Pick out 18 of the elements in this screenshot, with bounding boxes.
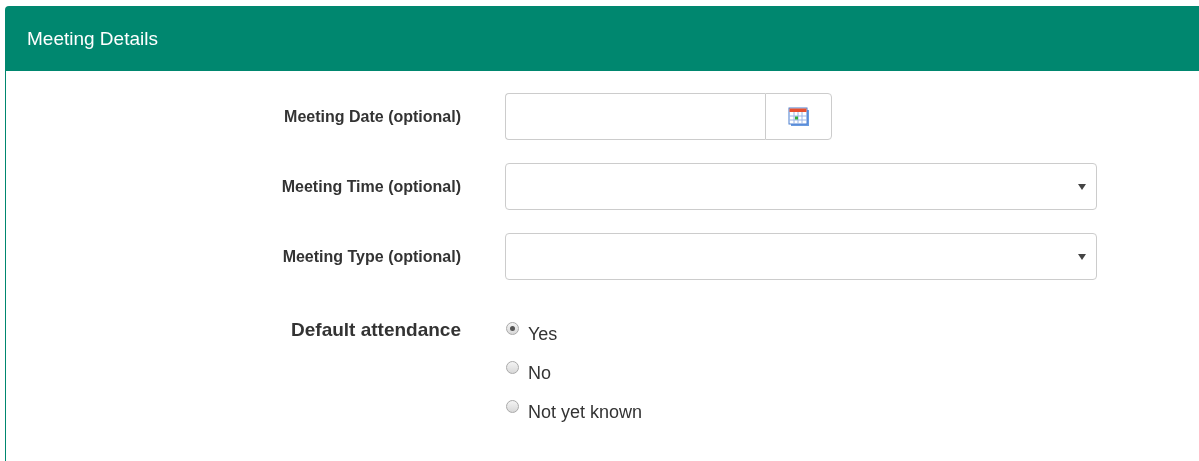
option-label: Yes: [528, 324, 558, 345]
option-label: Not yet known: [528, 402, 643, 423]
radio-button[interactable]: [506, 361, 519, 374]
calendar-button[interactable]: [765, 93, 832, 140]
field-label: Default attendance: [290, 319, 462, 341]
caret-icon: [1078, 183, 1086, 190]
field-label: Meeting Time (optional): [280, 177, 462, 196]
calendar-icon: [787, 106, 810, 127]
option-label: No: [528, 363, 551, 384]
panel-title: Meeting Details: [27, 28, 158, 50]
radio-button[interactable]: [506, 400, 519, 413]
dropdown-field[interactable]: [505, 163, 1097, 210]
field-label: Meeting Date (optional): [283, 107, 462, 126]
field-label: Meeting Type (optional): [281, 247, 462, 266]
date-field[interactable]: [505, 93, 765, 140]
dropdown-field[interactable]: [505, 233, 1097, 280]
radio-button[interactable]: [506, 322, 519, 335]
caret-icon: [1078, 253, 1086, 260]
